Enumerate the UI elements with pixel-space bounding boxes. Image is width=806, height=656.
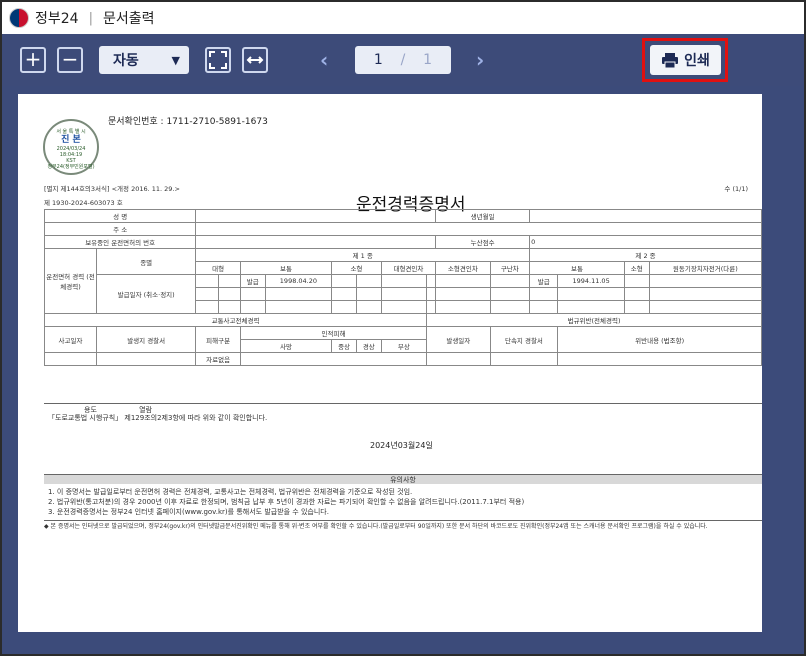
violation-record-header: 법규위반(전체경력) [426,313,762,327]
fit-page-icon [209,51,227,69]
points-label: 누산점수 [435,235,531,249]
gov-logo-icon [9,8,29,28]
authenticity-seal: 서 울 특 별 시 진 본 2024/03/24 18:04:19 KST 정부… [43,119,99,175]
class1-trailer: 대형견인차 [380,261,437,275]
law-reference: [별지 제144호의3서식] <개정 2016. 11. 29.> [44,185,180,193]
points-value: 0 [529,235,762,249]
fit-width-button[interactable] [242,47,268,73]
fit-page-button[interactable] [205,47,231,73]
title-separator: | [88,10,93,26]
app-name: 정부24 [35,11,79,27]
class2-issue-date: 1994.11.05 [557,274,625,288]
minor-label: 경상 [355,339,382,353]
doc-number-label: 문서확인번호 : [108,117,164,127]
current-page: 1 [373,52,383,68]
print-highlight: 인쇄 [642,38,728,82]
serious-label: 중상 [331,339,357,353]
class1-large: 대형 [195,261,241,275]
police-station-label: 발생지 경찰서 [95,326,197,353]
accident-record-header: 교통사고전체경력 [43,313,428,327]
notice-title: 유의사항 [44,474,762,484]
driving-record-label: 운전면허 경력 (전체경력) [44,248,97,314]
class2-header: 제 2 종 [529,248,762,262]
doc-number-value: 1711-2710-5891-1673 [166,117,268,127]
class1-issue-date: 1998.04.20 [264,274,333,288]
minus-icon: − [61,47,79,71]
violation-detail-label: 위반내용 (법조항) [557,326,762,353]
footer-note: ◆ 본 증명서는 인터넷으로 발급되었으며, 정부24(gov.kr)의 인터넷… [44,520,762,531]
legal-basis: 「도로교통법 시행규칙」 제129조의2제3항에 따라 위와 같이 확인합니다. [48,414,268,422]
birth-label: 생년월일 [435,209,531,223]
class1-small: 소형 [331,261,382,275]
class2-normal: 보통 [529,261,625,275]
license-label: 보유중인 운전면허의 번호 [43,235,197,249]
class1-header: 제 1 종 [195,248,531,262]
document-viewer[interactable]: 서 울 특 별 시 진 본 2024/03/24 18:04:19 KST 정부… [2,86,804,654]
print-button[interactable]: 인쇄 [650,45,721,75]
title-bar: 정부24 | 문서출력 [2,2,804,34]
issue-date: 2024년03월24일 [370,441,433,450]
page-indicator[interactable]: 1 / 1 [355,46,451,74]
type-label: 종별 [95,248,197,275]
zoom-select[interactable]: 자동 ▼ [99,46,189,74]
class2-small: 소형 [623,261,650,275]
prev-page-button[interactable]: ‹ [320,48,328,72]
seal-main: 진 본 [61,135,81,145]
fit-width-icon [246,56,264,64]
notice-1: 1. 이 증명서는 발급일로부터 운전면허 경력은 전체경력, 교통사고는 전체… [48,488,413,496]
next-page-button[interactable]: › [476,48,484,72]
class1-normal: 보통 [239,261,333,275]
seal-bottom: 정부24(정부민원포털) [47,164,95,170]
zoom-out-button[interactable]: − [57,47,83,73]
app-window: 정부24 | 문서출력 + − 자동 ▼ ‹ 1 / 1 › 인쇄 서 울 특 … [0,0,806,656]
doc-number: 문서확인번호 : 1711-2710-5891-1673 [108,114,268,127]
print-label: 인쇄 [684,53,710,69]
printer-icon [662,52,679,68]
zoom-in-button[interactable]: + [20,47,46,73]
victim-type-label: 피해구분 [195,326,241,353]
name-label: 성 명 [43,209,197,223]
notice-2: 2. 법규위반(통고처분)의 경우 2000년 이후 자료로 한정되며, 범칙금… [48,498,525,506]
class2-moped: 원동기장치자전거(다륜) [648,261,763,275]
page-separator: / [400,52,406,68]
class1-wrecker: 구난차 [489,261,531,275]
zoom-value: 자동 [113,53,139,69]
page-count: 수 (1/1) [724,185,748,193]
class1-small-trailer: 소형견인차 [435,261,491,275]
casualties-label: 인적피해 [239,326,428,340]
notice-3: 3. 운전경력증명서는 정부24 인터넷 홈페이지(www.gov.kr)를 통… [48,508,329,516]
certificate-number: 제 1930-2024-603073 호 [44,199,123,207]
death-label: 사망 [239,339,333,353]
accident-date-label: 사고일자 [44,326,97,353]
no-record-text: 자료없음 [195,352,241,366]
plus-icon: + [24,47,42,71]
class1-issue-label: 발급 [239,274,266,288]
class2-issue-label: 발급 [529,274,559,288]
injury-label: 부상 [380,339,428,353]
issue-date-label: 발급일자 (취소·정지) [95,274,197,314]
violation-date-label: 발생일자 [426,326,491,353]
certificate-table: 성 명 생년월일 주 소 보유중인 운전면허의 번호 누산점수 0 운전면허 경력 (… [43,209,763,366]
chevron-down-icon: ▼ [171,53,180,67]
enforcing-station-label: 단속지 경찰서 [489,326,559,353]
address-label: 주 소 [43,222,197,236]
viewer-toolbar: + − 자동 ▼ ‹ 1 / 1 › 인쇄 [2,34,804,86]
document-page: 서 울 특 별 시 진 본 2024/03/24 18:04:19 KST 정부… [18,94,763,632]
window-title: 문서출력 [102,11,155,27]
total-pages: 1 [423,52,433,68]
